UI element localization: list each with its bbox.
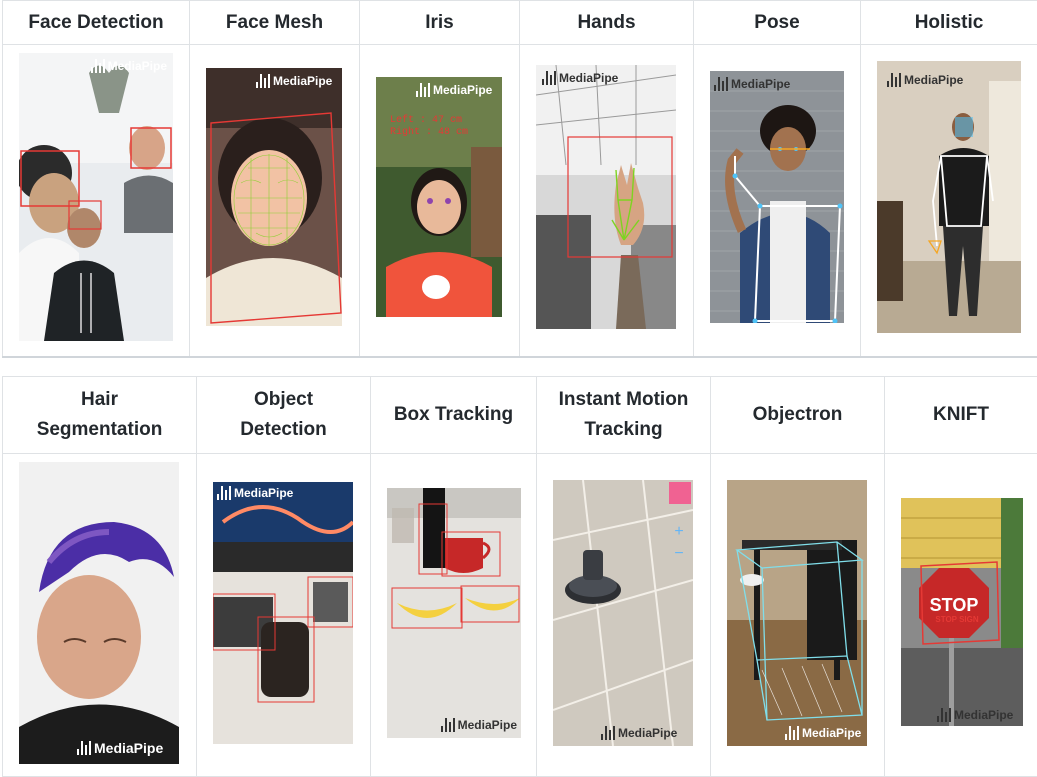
mediapipe-logo-icon: [887, 73, 901, 87]
knift-demo-image[interactable]: STOP STOP SIGN MediaPipe: [901, 498, 1023, 726]
header-holistic: Holistic: [861, 1, 1037, 45]
stop-sign-match-label: STOP SIGN: [935, 615, 978, 624]
mediapipe-logo-icon: [441, 718, 455, 732]
face-detection-demo-image[interactable]: MediaPipe: [19, 53, 173, 341]
cell-instant-motion-tracking: + − MediaPipe: [537, 454, 711, 777]
cell-hands: MediaPipe: [520, 45, 694, 358]
cell-objectron: MediaPipe: [711, 454, 885, 777]
mediapipe-logo-icon: [714, 77, 728, 91]
mediapipe-logo-icon: [77, 741, 91, 755]
header-pose: Pose: [694, 1, 861, 45]
header-box-tracking: Box Tracking: [371, 377, 537, 454]
cell-holistic: MediaPipe: [861, 45, 1037, 358]
mediapipe-watermark: MediaPipe: [714, 77, 790, 91]
iris-distance-readout: Left : 47 cm Right : 48 cm: [390, 115, 468, 139]
cell-hair-segmentation: MediaPipe: [3, 454, 197, 777]
mediapipe-watermark: MediaPipe: [887, 73, 963, 87]
mediapipe-watermark: MediaPipe: [91, 59, 167, 73]
mediapipe-watermark: MediaPipe: [785, 726, 861, 740]
hair-segmentation-demo-image[interactable]: MediaPipe: [19, 462, 179, 764]
mediapipe-watermark: MediaPipe: [441, 718, 517, 732]
header-hair-segmentation: Hair Segmentation: [3, 377, 197, 454]
header-iris: Iris: [360, 1, 520, 45]
cell-box-tracking: MediaPipe: [371, 454, 537, 777]
header-hands: Hands: [520, 1, 694, 45]
cell-object-detection: MediaPipe: [197, 454, 371, 777]
stop-sign-text: STOP: [930, 595, 979, 615]
mediapipe-logo-icon: [416, 83, 430, 97]
object-detection-demo-image[interactable]: MediaPipe: [213, 482, 353, 744]
objectron-demo-image[interactable]: MediaPipe: [727, 480, 867, 746]
instant-motion-tracking-demo-image[interactable]: + − MediaPipe: [553, 480, 693, 746]
face-mesh-demo-image[interactable]: MediaPipe: [206, 68, 342, 326]
solutions-table-row-1: Face Detection Face Mesh Iris Hands Pose…: [2, 0, 1037, 358]
svg-text:+: +: [674, 523, 683, 540]
mediapipe-logo-icon: [785, 726, 799, 740]
cell-iris: MediaPipe Left : 47 cm Right : 48 cm: [360, 45, 520, 358]
mediapipe-logo-icon: [217, 486, 231, 500]
header-face-mesh: Face Mesh: [190, 1, 360, 45]
header-instant-motion-tracking: Instant Motion Tracking: [537, 377, 711, 454]
svg-text:−: −: [674, 545, 683, 562]
mediapipe-logo-icon: [542, 71, 556, 85]
solutions-table-row-2: Hair Segmentation Object Detection Box T…: [2, 376, 1037, 777]
cell-face-mesh: MediaPipe: [190, 45, 360, 358]
header-object-detection: Object Detection: [197, 377, 371, 454]
header-face-detection: Face Detection: [3, 1, 190, 45]
cell-knift: STOP STOP SIGN MediaPipe: [885, 454, 1037, 777]
mediapipe-watermark: MediaPipe: [937, 708, 1013, 722]
mediapipe-watermark: MediaPipe: [217, 486, 293, 500]
mediapipe-logo-icon: [256, 74, 270, 88]
box-tracking-demo-image[interactable]: MediaPipe: [387, 488, 521, 738]
header-knift: KNIFT: [885, 377, 1037, 454]
mediapipe-watermark: MediaPipe: [77, 740, 163, 756]
header-objectron: Objectron: [711, 377, 885, 454]
holistic-demo-image[interactable]: MediaPipe: [877, 61, 1021, 333]
pose-demo-image[interactable]: MediaPipe: [710, 71, 844, 323]
mediapipe-logo-icon: [937, 708, 951, 722]
mediapipe-logo-icon: [601, 726, 615, 740]
cell-face-detection: MediaPipe: [3, 45, 190, 358]
mediapipe-watermark: MediaPipe: [416, 83, 492, 97]
mediapipe-logo-icon: [91, 59, 105, 73]
iris-demo-image[interactable]: MediaPipe Left : 47 cm Right : 48 cm: [376, 77, 502, 317]
mediapipe-watermark: MediaPipe: [256, 74, 332, 88]
mediapipe-watermark: MediaPipe: [542, 71, 618, 85]
hands-demo-image[interactable]: MediaPipe: [536, 65, 676, 329]
mediapipe-watermark: MediaPipe: [601, 726, 677, 740]
cell-pose: MediaPipe: [694, 45, 861, 358]
